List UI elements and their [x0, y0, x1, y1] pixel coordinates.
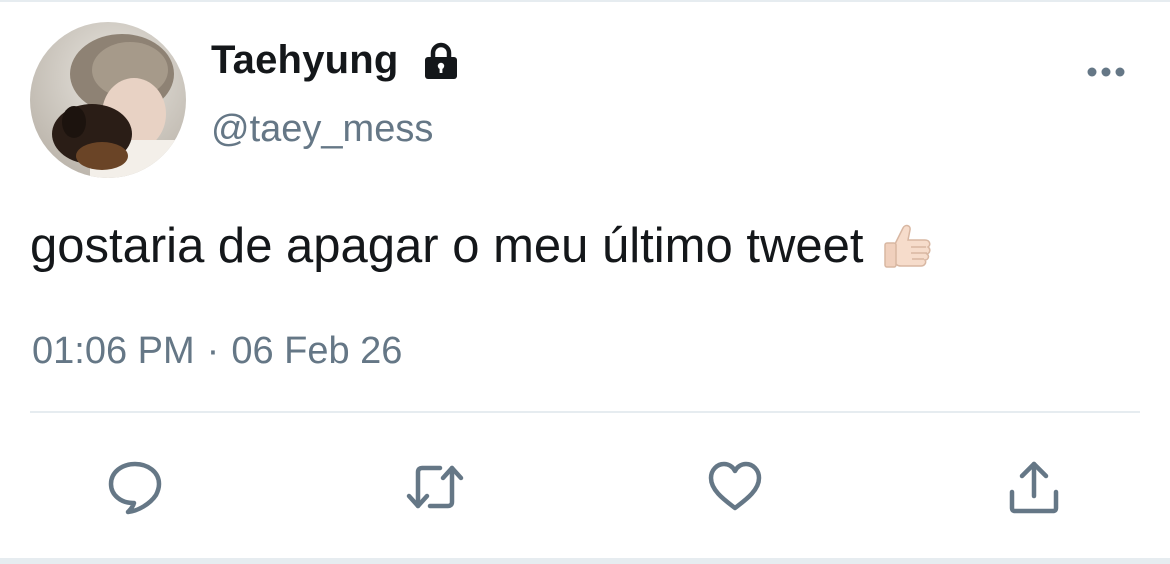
bottom-border [0, 558, 1170, 564]
share-button[interactable] [1005, 458, 1063, 516]
top-border [0, 0, 1170, 2]
tweet-body: gostaria de apagar o meu último tweet [30, 219, 864, 273]
thumbs-up-icon [881, 218, 937, 274]
divider [30, 411, 1140, 413]
user-handle[interactable]: @taey_mess [211, 108, 433, 151]
retweet-button[interactable] [404, 458, 464, 516]
tweet-text: gostaria de apagar o meu último tweet [30, 218, 937, 274]
display-name[interactable]: Taehyung [211, 38, 399, 83]
speech-bubble-icon [108, 461, 162, 515]
like-button[interactable] [706, 458, 764, 516]
reply-button[interactable] [106, 458, 164, 516]
tweet-date: 06 Feb 26 [231, 330, 403, 372]
lock-icon [421, 41, 461, 81]
more-options-icon[interactable] [1086, 62, 1128, 82]
avatar[interactable] [30, 22, 186, 178]
tweet-time: 01:06 PM [32, 330, 195, 372]
separator: · [206, 330, 220, 372]
heart-icon [708, 461, 762, 511]
retweet-icon [406, 465, 464, 509]
share-icon [1009, 461, 1059, 514]
name-row: Taehyung [211, 38, 461, 83]
timestamp[interactable]: 01:06 PM · 06 Feb 26 [32, 330, 402, 373]
